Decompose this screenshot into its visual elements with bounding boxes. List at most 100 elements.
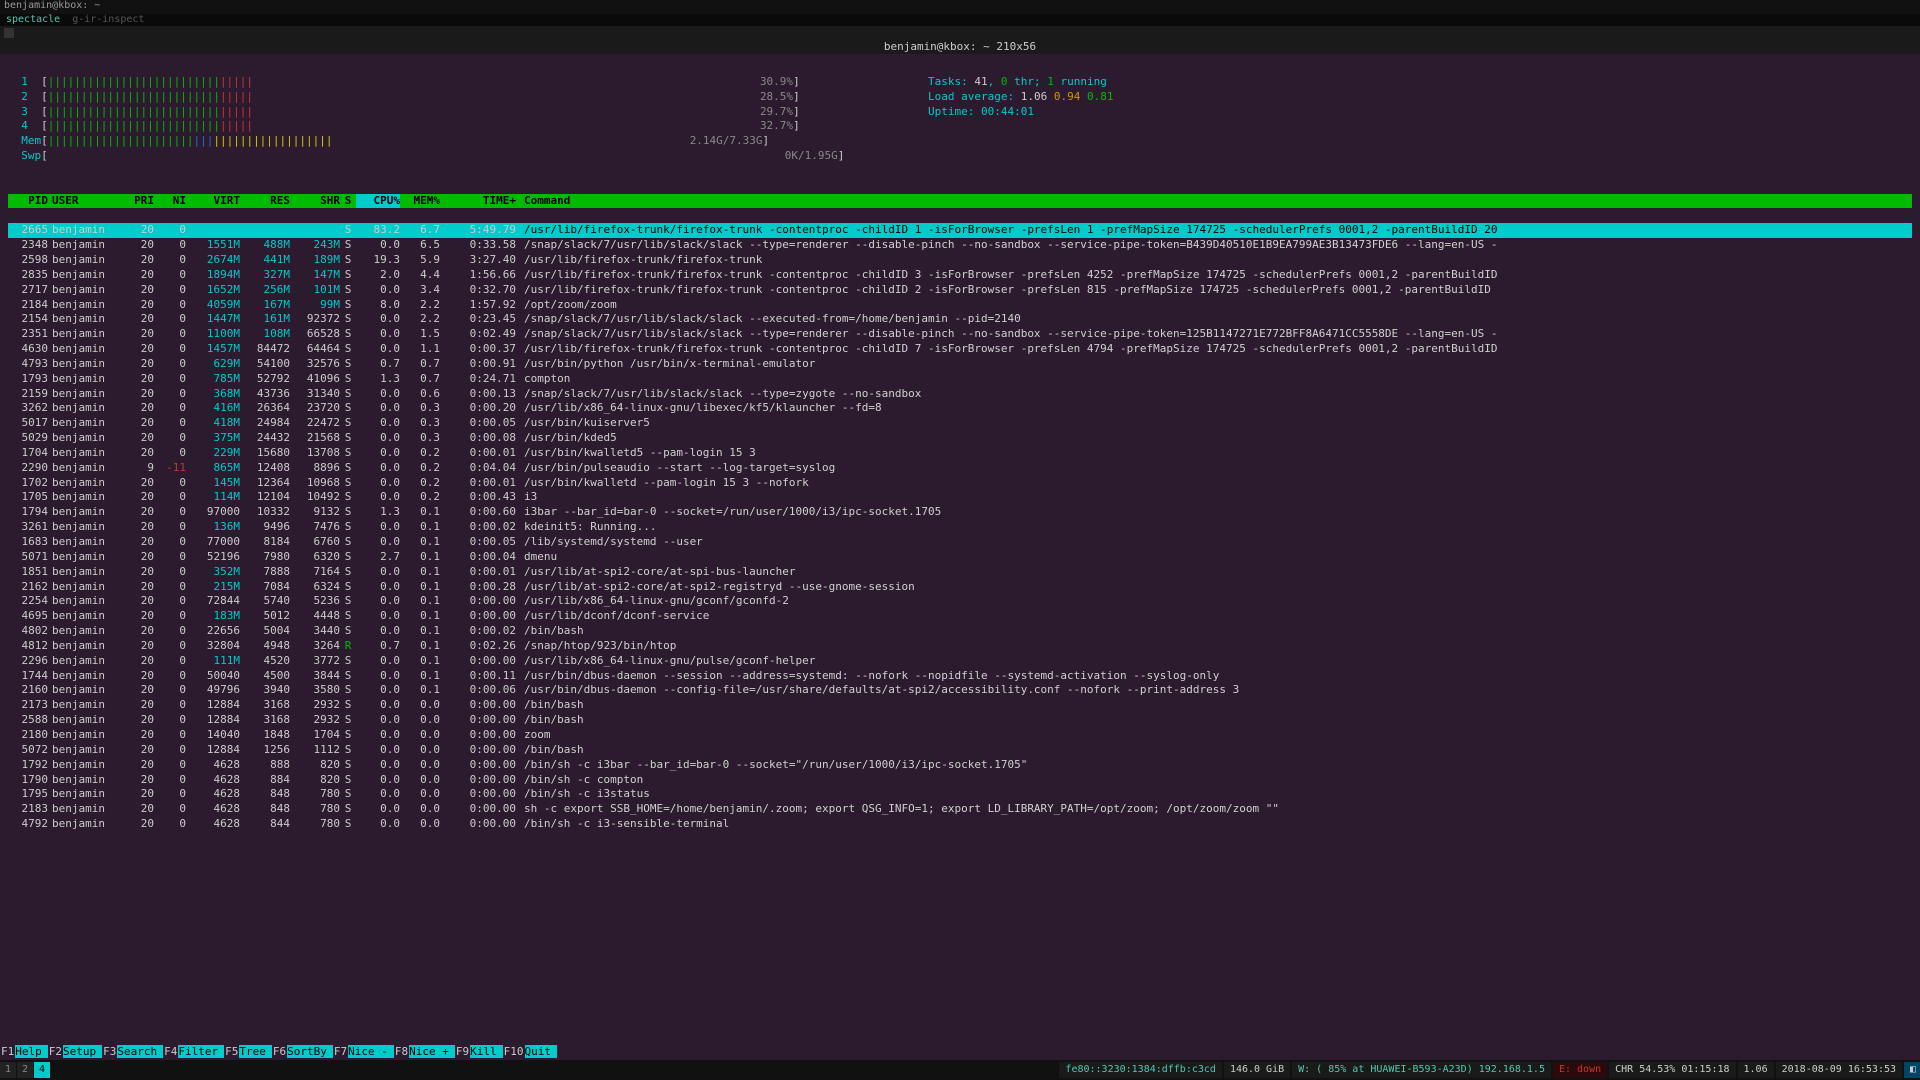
status-ipv6: fe80::3230:1384:dffb:c3cd bbox=[1059, 1062, 1222, 1078]
hdr-pri[interactable]: PRI bbox=[122, 194, 154, 209]
process-row[interactable]: 1704benjamin200229M1568013708S0.00.20:00… bbox=[8, 446, 1912, 461]
process-row[interactable]: 1744benjamin2005004045003844S0.00.10:00.… bbox=[8, 669, 1912, 684]
process-row[interactable]: 4793benjamin200629M5410032576S0.70.70:00… bbox=[8, 357, 1912, 372]
process-row[interactable]: 5071benjamin2005219679806320S2.70.10:00.… bbox=[8, 550, 1912, 565]
process-row[interactable]: 2296benjamin200111M45203772S0.00.10:00.0… bbox=[8, 654, 1912, 669]
process-row[interactable]: 1793benjamin200785M5279241096S1.30.70:24… bbox=[8, 372, 1912, 387]
fkey-F10: F10 bbox=[503, 1045, 525, 1058]
hdr-s[interactable]: S bbox=[340, 194, 356, 209]
process-row[interactable]: 4630benjamin2001457M8447264464S0.01.10:0… bbox=[8, 342, 1912, 357]
hdr-ni[interactable]: NI bbox=[154, 194, 186, 209]
process-row[interactable]: 2665benjamin2001908M506M150MS83.26.75:49… bbox=[8, 223, 1912, 238]
fkey-F2: F2 bbox=[48, 1045, 63, 1058]
process-row[interactable]: 2180benjamin2001404018481704S0.00.00:00.… bbox=[8, 728, 1912, 743]
status-tray-icon[interactable]: ◧ bbox=[1904, 1062, 1920, 1078]
tasks-info: Tasks: 41, 0 thr; 1 running bbox=[928, 75, 1912, 90]
cpu-meter-3: 3 [|||||||||||||||||||||||||||||||29.7%] bbox=[8, 105, 928, 120]
flabel-F3[interactable]: Search bbox=[117, 1045, 163, 1058]
flabel-F7[interactable]: Nice - bbox=[348, 1045, 394, 1058]
process-row[interactable]: 2183benjamin2004628848780S0.00.00:00.00s… bbox=[8, 802, 1912, 817]
load-info: Load average: 1.06 0.94 0.81 bbox=[928, 90, 1912, 105]
status-chr: CHR 54.53% 01:15:18 bbox=[1609, 1062, 1735, 1078]
fkey-F5: F5 bbox=[224, 1045, 239, 1058]
process-header[interactable]: PID USER PRI NI VIRT RES SHR S CPU% MEM%… bbox=[8, 194, 1912, 209]
process-row[interactable]: 2588benjamin2001288431682932S0.00.00:00.… bbox=[8, 713, 1912, 728]
process-row[interactable]: 2184benjamin2004059M167M99MS8.02.21:57.9… bbox=[8, 298, 1912, 313]
process-row[interactable]: 2173benjamin2001288431682932S0.00.00:00.… bbox=[8, 698, 1912, 713]
cpu-meter-1: 1 [|||||||||||||||||||||||||||||||30.9%] bbox=[8, 75, 928, 90]
process-row[interactable]: 5029benjamin200375M2443221568S0.00.30:00… bbox=[8, 431, 1912, 446]
process-row[interactable]: 4695benjamin200183M50124448S0.00.10:00.0… bbox=[8, 609, 1912, 624]
hdr-shr[interactable]: SHR bbox=[290, 194, 340, 209]
process-row[interactable]: 4802benjamin2002265650043440S0.00.10:00.… bbox=[8, 624, 1912, 639]
process-row[interactable]: 2290benjamin9-11865M124088896S0.00.20:04… bbox=[8, 461, 1912, 476]
process-row[interactable]: 1683benjamin2007700081846760S0.00.10:00.… bbox=[8, 535, 1912, 550]
process-row[interactable]: 1702benjamin200145M1236410968S0.00.20:00… bbox=[8, 476, 1912, 491]
process-row[interactable]: 2254benjamin2007284457405236S0.00.10:00.… bbox=[8, 594, 1912, 609]
status-load: 1.06 bbox=[1738, 1062, 1774, 1078]
process-row[interactable]: 2598benjamin2002674M441M189MS19.35.93:27… bbox=[8, 253, 1912, 268]
workspace-1[interactable]: 1 bbox=[0, 1062, 16, 1078]
function-keys: F1Help F2Setup F3SearchF4FilterF5Tree F6… bbox=[0, 1045, 1920, 1058]
process-row[interactable]: 2154benjamin2001447M161M92372S0.02.20:23… bbox=[8, 312, 1912, 327]
status-disk: 146.0 GiB bbox=[1224, 1062, 1290, 1078]
process-row[interactable]: 2348benjamin2001551M488M243MS0.06.50:33.… bbox=[8, 238, 1912, 253]
process-row[interactable]: 2717benjamin2001652M256M101MS0.03.40:32.… bbox=[8, 283, 1912, 298]
tab-gir[interactable]: g-ir-inspect bbox=[72, 14, 144, 26]
process-row[interactable]: 2160benjamin2004979639403580S0.00.10:00.… bbox=[8, 683, 1912, 698]
fkey-F4: F4 bbox=[163, 1045, 178, 1058]
cpu-meter-4: 4 [|||||||||||||||||||||||||||||||32.7%] bbox=[8, 119, 928, 134]
process-row[interactable]: 1705benjamin200114M1210410492S0.00.20:00… bbox=[8, 490, 1912, 505]
process-row[interactable]: 1794benjamin20097000103329132S1.30.10:00… bbox=[8, 505, 1912, 520]
hdr-mem[interactable]: MEM% bbox=[400, 194, 440, 209]
terminal-content[interactable]: 1 [|||||||||||||||||||||||||||||||30.9%]… bbox=[0, 54, 1920, 853]
process-row[interactable]: 3262benjamin200416M2636423720S0.00.30:00… bbox=[8, 401, 1912, 416]
hdr-cmd[interactable]: Command bbox=[520, 194, 1912, 209]
hdr-pid[interactable]: PID bbox=[8, 194, 50, 209]
flabel-F6[interactable]: SortBy bbox=[287, 1045, 333, 1058]
workspace-2[interactable]: 2 bbox=[17, 1062, 33, 1078]
process-row[interactable]: 1792benjamin2004628888820S0.00.00:00.00/… bbox=[8, 758, 1912, 773]
hdr-user[interactable]: USER bbox=[50, 194, 122, 209]
fkey-F9: F9 bbox=[455, 1045, 470, 1058]
process-row[interactable]: 2162benjamin200215M70846324S0.00.10:00.2… bbox=[8, 580, 1912, 595]
process-row[interactable]: 2351benjamin2001100M108M66528S0.01.50:02… bbox=[8, 327, 1912, 342]
tab-spectacle[interactable]: spectacle bbox=[6, 14, 60, 26]
fkey-F8: F8 bbox=[394, 1045, 409, 1058]
process-row[interactable]: 1795benjamin2004628848780S0.00.00:00.00/… bbox=[8, 787, 1912, 802]
fkey-F1: F1 bbox=[0, 1045, 15, 1058]
flabel-F5[interactable]: Tree bbox=[239, 1045, 272, 1058]
fkey-F6: F6 bbox=[272, 1045, 287, 1058]
cpu-meter-2: 2 [|||||||||||||||||||||||||||||||28.5%] bbox=[8, 90, 928, 105]
process-row[interactable]: 2159benjamin200368M4373631340S0.00.60:00… bbox=[8, 387, 1912, 402]
title-bar: benjamin@kbox: ~ bbox=[0, 0, 1920, 14]
workspace-4[interactable]: 4 bbox=[34, 1062, 50, 1078]
process-row[interactable]: 2835benjamin2001894M327M147MS2.04.41:56.… bbox=[8, 268, 1912, 283]
hdr-cpu[interactable]: CPU% bbox=[356, 194, 400, 209]
process-row[interactable]: 5017benjamin200418M2498422472S0.00.30:00… bbox=[8, 416, 1912, 431]
window-title: benjamin@kbox: ~ 210x56 bbox=[0, 40, 1920, 54]
hdr-time[interactable]: TIME+ bbox=[440, 194, 520, 209]
window-btn[interactable] bbox=[4, 28, 14, 38]
flabel-F8[interactable]: Nice + bbox=[409, 1045, 455, 1058]
hdr-virt[interactable]: VIRT bbox=[186, 194, 240, 209]
process-row[interactable]: 1851benjamin200352M78887164S0.00.10:00.0… bbox=[8, 565, 1912, 580]
flabel-F4[interactable]: Filter bbox=[178, 1045, 224, 1058]
process-row[interactable]: 5072benjamin2001288412561112S0.00.00:00.… bbox=[8, 743, 1912, 758]
flabel-F2[interactable]: Setup bbox=[63, 1045, 102, 1058]
process-row[interactable]: 1790benjamin2004628884820S0.00.00:00.00/… bbox=[8, 773, 1912, 788]
window-chrome bbox=[0, 26, 1920, 40]
status-eth: E: down bbox=[1553, 1062, 1607, 1078]
uptime-info: Uptime: 00:44:01 bbox=[928, 105, 1912, 120]
flabel-F1[interactable]: Help bbox=[15, 1045, 48, 1058]
hdr-res[interactable]: RES bbox=[240, 194, 290, 209]
process-row[interactable]: 4792benjamin2004628844780S0.00.00:00.00/… bbox=[8, 817, 1912, 832]
mem-meter: Mem[||||||||||||||||||||||||||||||||||||… bbox=[8, 134, 928, 149]
swp-meter: Swp[0K/1.95G] bbox=[8, 149, 928, 164]
fkey-F3: F3 bbox=[102, 1045, 117, 1058]
status-bar: 124 fe80::3230:1384:dffb:c3cd 146.0 GiB … bbox=[0, 1060, 1920, 1080]
process-row[interactable]: 3261benjamin200136M94967476S0.00.10:00.0… bbox=[8, 520, 1912, 535]
flabel-F9[interactable]: Kill bbox=[470, 1045, 503, 1058]
process-row[interactable]: 4812benjamin2003280449483264R0.70.10:02.… bbox=[8, 639, 1912, 654]
flabel-F10[interactable]: Quit bbox=[525, 1045, 558, 1058]
